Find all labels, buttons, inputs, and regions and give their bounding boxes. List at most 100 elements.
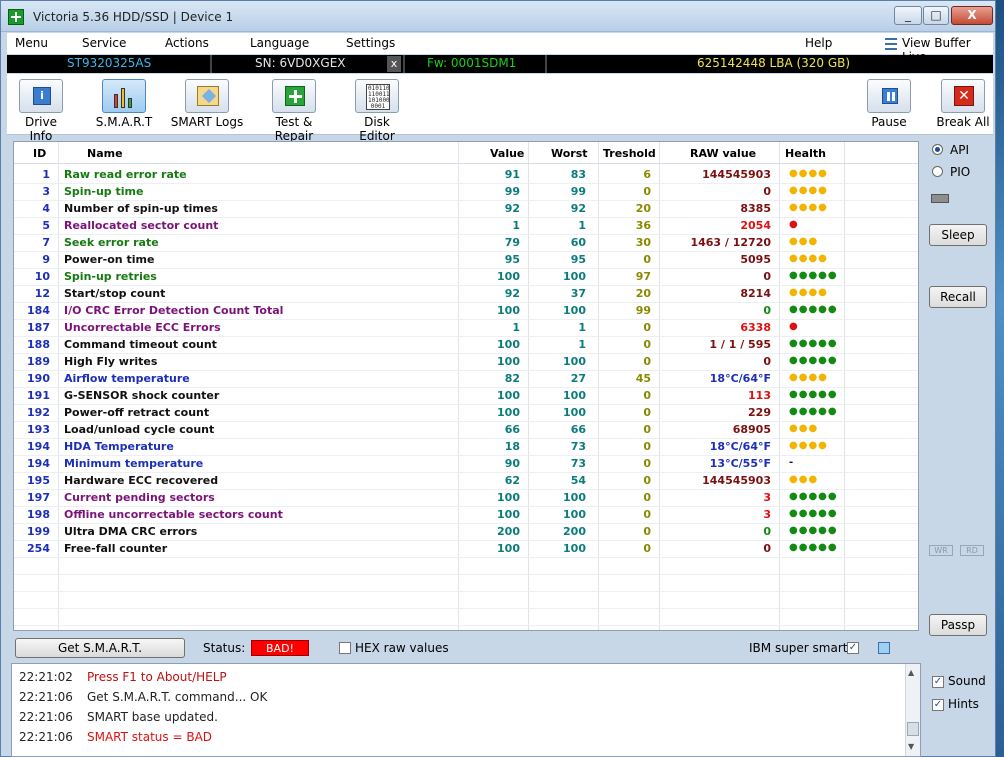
- attr-worst: 100: [563, 304, 586, 317]
- table-row[interactable]: 195 Hardware ECC recovered 62 54 0 144545903 ●…: [14, 472, 918, 489]
- get-smart-button[interactable]: Get S.M.A.R.T.: [15, 638, 185, 658]
- attr-threshold: 0: [643, 508, 651, 521]
- attr-threshold: 0: [643, 406, 651, 419]
- attr-name: Minimum temperature: [64, 457, 204, 470]
- table-row[interactable]: 9 Power-on time 95 95 0 5095 ●●●●: [14, 251, 918, 268]
- smart-button[interactable]: S.M.A.R.T: [93, 79, 155, 129]
- menu-item-help[interactable]: Help: [805, 36, 832, 50]
- table-row[interactable]: 193 Load/unload cycle count 66 66 0 68905 ●●●: [14, 421, 918, 438]
- sleep-button[interactable]: Sleep: [929, 224, 987, 246]
- menu-item-service[interactable]: Service: [82, 36, 126, 50]
- maximize-button[interactable]: □: [923, 6, 949, 25]
- api-label: API: [950, 143, 969, 157]
- table-row[interactable]: 1 Raw read error rate 91 83 6 144545903 ●●●●: [14, 166, 918, 183]
- table-row[interactable]: 194 HDA Temperature 18 73 0 18°C/64°F ●●●●: [14, 438, 918, 455]
- attr-raw: 144545903: [702, 474, 771, 487]
- log-panel: 22:21:02 Press F1 to About/HELP 22:21:06 Ge…: [11, 663, 921, 757]
- attr-id: 254: [27, 542, 50, 555]
- close-button[interactable]: X: [951, 6, 993, 25]
- drive-serial: SN: 6VD0XGEX: [255, 56, 346, 70]
- col-health[interactable]: Health: [785, 147, 826, 160]
- table-row[interactable]: 12 Start/stop count 92 37 20 8214 ●●●●: [14, 285, 918, 302]
- pause-button[interactable]: Pause: [865, 79, 913, 129]
- view-buffer-icon: [885, 38, 897, 50]
- attr-worst: 92: [570, 202, 586, 215]
- table-row[interactable]: 10 Spin-up retries 100 100 97 0 ●●●●●: [14, 268, 918, 285]
- table-row[interactable]: 184 I/O CRC Error Detection Count Total 10…: [14, 302, 918, 319]
- log-scrollbar[interactable]: ▲ ▼: [905, 664, 920, 756]
- attr-value: 100: [497, 304, 520, 317]
- menu-item-actions[interactable]: Actions: [165, 36, 209, 50]
- attr-worst: 66: [570, 423, 586, 436]
- col-raw[interactable]: RAW value: [690, 147, 756, 160]
- drive-info-button[interactable]: i Drive Info: [13, 79, 69, 143]
- attr-name: Free-fall counter: [64, 542, 168, 555]
- break-all-label: Break All: [936, 115, 990, 129]
- table-row[interactable]: 254 Free-fall counter 100 100 0 0 ●●●●●: [14, 540, 918, 557]
- table-row[interactable]: 5 Reallocated sector count 1 1 36 2054 ●: [14, 217, 918, 234]
- ibm-super-smart-checkbox[interactable]: ✓: [847, 642, 859, 654]
- menu-item-menu[interactable]: Menu: [15, 36, 48, 50]
- hex-raw-checkbox[interactable]: [339, 642, 351, 654]
- attr-name: Spin-up time: [64, 185, 144, 198]
- pio-label: PIO: [950, 165, 971, 179]
- title-bar: Victoria 5.36 HDD/SSD | Device 1 _ □ X: [1, 1, 995, 32]
- api-radio[interactable]: [932, 144, 943, 155]
- table-row[interactable]: 197 Current pending sectors 100 100 0 3 ●●●●●: [14, 489, 918, 506]
- table-row[interactable]: 192 Power-off retract count 100 100 0 229 ●●●●…: [14, 404, 918, 421]
- attr-health: ●●●●: [789, 440, 828, 451]
- smart-logs-button[interactable]: SMART Logs: [170, 79, 244, 129]
- menu-item-settings[interactable]: Settings: [346, 36, 395, 50]
- minimize-button[interactable]: _: [894, 6, 922, 25]
- table-row[interactable]: 188 Command timeout count 100 1 0 1 / 1 / 595…: [14, 336, 918, 353]
- attr-health: ●●●●●: [789, 508, 838, 519]
- smart-table: ID Name Value Worst Treshold RAW value H…: [13, 141, 919, 631]
- menu-item-language[interactable]: Language: [250, 36, 309, 50]
- attr-id: 199: [27, 525, 50, 538]
- scroll-up-icon[interactable]: ▲: [908, 668, 914, 677]
- table-row[interactable]: 7 Seek error rate 79 60 30 1463 / 12720 ●●●: [14, 234, 918, 251]
- log-time: 22:21:06: [19, 710, 73, 724]
- attr-value: 82: [504, 372, 520, 385]
- break-all-button[interactable]: ✕ Break All: [935, 79, 991, 129]
- col-value[interactable]: Value: [490, 147, 524, 160]
- passp-button[interactable]: Passp: [929, 614, 987, 636]
- table-row[interactable]: 191 G-SENSOR shock counter 100 100 0 113 ●●●●●: [14, 387, 918, 404]
- attr-health: ●: [789, 321, 799, 332]
- serial-close-icon[interactable]: x: [387, 56, 401, 72]
- test-repair-button[interactable]: Test & Repair: [255, 79, 333, 143]
- scroll-thumb[interactable]: [907, 722, 919, 736]
- attr-raw: 6338: [740, 321, 771, 334]
- pio-radio[interactable]: [932, 166, 943, 177]
- attr-raw: 1463 / 12720: [690, 236, 771, 249]
- table-row[interactable]: 199 Ultra DMA CRC errors 200 200 0 0 ●●●●●: [14, 523, 918, 540]
- disk-editor-button[interactable]: 010110 110011 101000 0001 Disk Editor: [346, 79, 408, 143]
- table-row[interactable]: 194 Minimum temperature 90 73 0 13°C/55°F -: [14, 455, 918, 472]
- col-threshold[interactable]: Treshold: [603, 147, 656, 160]
- table-row[interactable]: 3 Spin-up time 99 99 0 0 ●●●●: [14, 183, 918, 200]
- sound-checkbox[interactable]: ✓: [932, 676, 944, 688]
- col-id[interactable]: ID: [33, 147, 46, 160]
- recall-button[interactable]: Recall: [929, 286, 987, 308]
- table-row[interactable]: 189 High Fly writes 100 100 0 0 ●●●●●: [14, 353, 918, 370]
- color-indicator: [878, 642, 890, 654]
- attr-health: ●: [789, 219, 799, 230]
- col-name[interactable]: Name: [87, 147, 123, 160]
- attr-value: 91: [504, 168, 520, 181]
- table-row[interactable]: 187 Uncorrectable ECC Errors 1 1 0 6338 ●: [14, 319, 918, 336]
- col-worst[interactable]: Worst: [551, 147, 588, 160]
- attr-id: 184: [27, 304, 50, 317]
- attr-id: 5: [42, 219, 50, 232]
- table-row[interactable]: 190 Airflow temperature 82 27 45 18°C/64°F ●●●…: [14, 370, 918, 387]
- drive-info-icon: i: [19, 79, 63, 113]
- table-row[interactable]: 4 Number of spin-up times 92 92 20 8385 ●●●●: [14, 200, 918, 217]
- hints-checkbox[interactable]: ✓: [932, 699, 944, 711]
- attr-raw: 0: [763, 304, 771, 317]
- table-row[interactable]: 198 Offline uncorrectable sectors count 10…: [14, 506, 918, 523]
- scroll-down-icon[interactable]: ▼: [908, 742, 914, 751]
- attr-raw: 8214: [740, 287, 771, 300]
- attr-name: Load/unload cycle count: [64, 423, 215, 436]
- attr-raw: 13°C/55°F: [709, 457, 771, 470]
- attr-id: 194: [27, 457, 50, 470]
- smart-chart-icon: [102, 79, 146, 113]
